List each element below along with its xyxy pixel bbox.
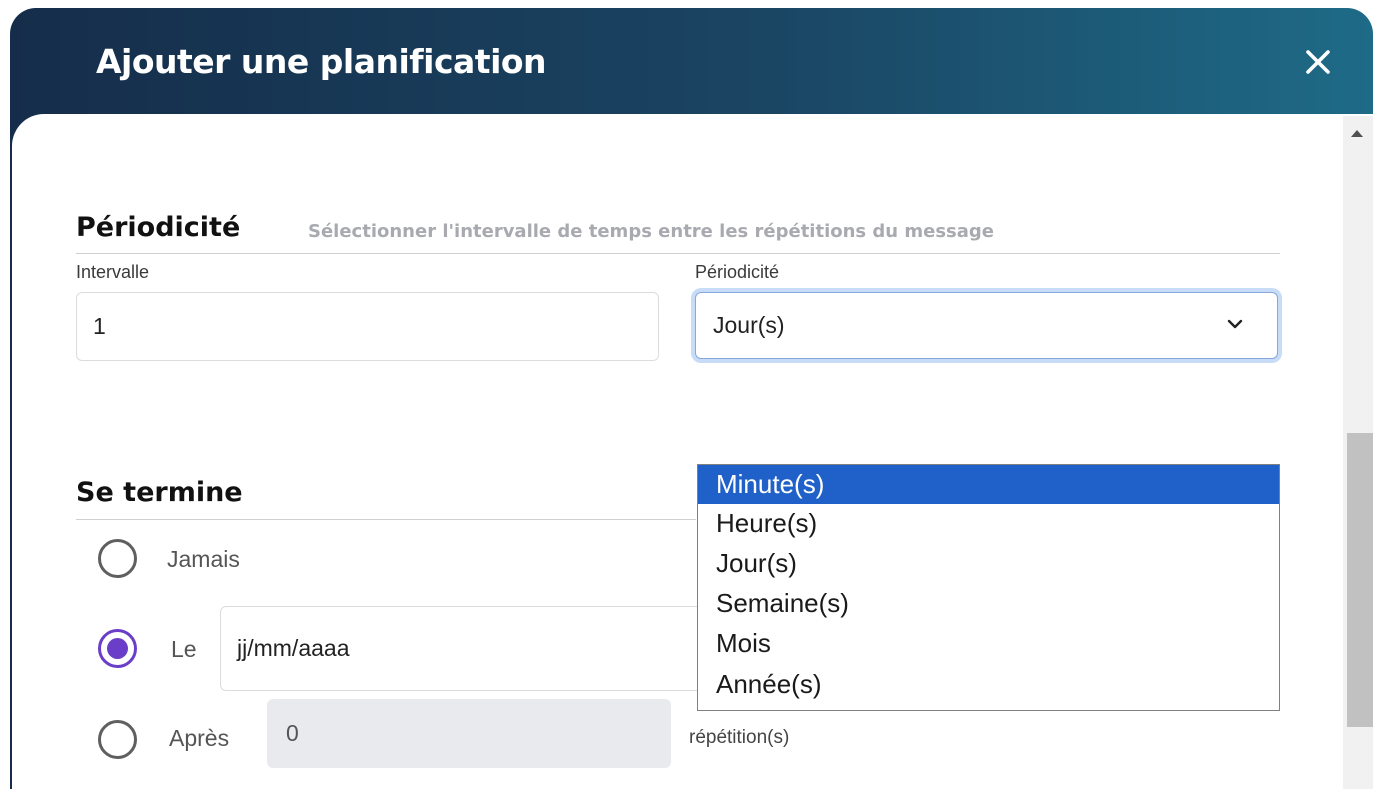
radio-on-date-label[interactable]: Le <box>171 636 197 663</box>
dialog-body: Périodicité Sélectionner l'intervalle de… <box>12 114 1373 789</box>
ends-section-title: Se termine <box>76 477 243 508</box>
option-weeks[interactable]: Semaine(s) <box>698 584 1279 623</box>
option-days[interactable]: Jour(s) <box>698 544 1279 583</box>
close-button[interactable] <box>1300 44 1336 80</box>
periodicity-divider <box>76 253 1280 254</box>
periodicity-section-subtitle: Sélectionner l'intervalle de temps entre… <box>308 221 995 242</box>
chevron-down-icon <box>1227 319 1243 329</box>
periodicity-section-title: Périodicité <box>76 212 241 243</box>
repetitions-suffix: répétition(s) <box>689 727 790 748</box>
radio-after-label[interactable]: Après <box>169 725 229 752</box>
radio-never-label[interactable]: Jamais <box>167 546 240 573</box>
dialog-title: Ajouter une planification <box>96 42 547 81</box>
repetitions-input: 0 <box>267 699 671 768</box>
scrollbar-thumb[interactable] <box>1347 433 1373 727</box>
period-select[interactable]: Jour(s) <box>695 292 1278 359</box>
radio-after[interactable] <box>98 720 137 759</box>
radio-on-date[interactable] <box>98 629 137 668</box>
option-years[interactable]: Année(s) <box>698 665 1279 704</box>
interval-input[interactable]: 1 <box>76 292 659 361</box>
ends-divider <box>76 519 696 520</box>
end-date-placeholder: jj/mm/aaaa <box>237 635 350 661</box>
schedule-dialog: Ajouter une planification Périodicité Sé… <box>10 8 1373 789</box>
radio-on-date-dot <box>107 638 128 659</box>
option-minutes[interactable]: Minute(s) <box>698 465 1279 504</box>
close-icon <box>1306 50 1330 74</box>
repetitions-value: 0 <box>286 720 299 746</box>
period-select-value: Jour(s) <box>713 312 785 338</box>
radio-never[interactable] <box>98 539 137 578</box>
option-months[interactable]: Mois <box>698 624 1279 663</box>
option-hours[interactable]: Heure(s) <box>698 504 1279 543</box>
scroll-up-arrow-icon[interactable] <box>1351 130 1363 137</box>
vertical-scrollbar[interactable] <box>1343 116 1373 789</box>
interval-label: Intervalle <box>76 262 150 282</box>
period-dropdown-list: Minute(s) Heure(s) Jour(s) Semaine(s) Mo… <box>697 464 1280 711</box>
interval-value: 1 <box>93 313 106 339</box>
period-label: Périodicité <box>695 262 780 282</box>
